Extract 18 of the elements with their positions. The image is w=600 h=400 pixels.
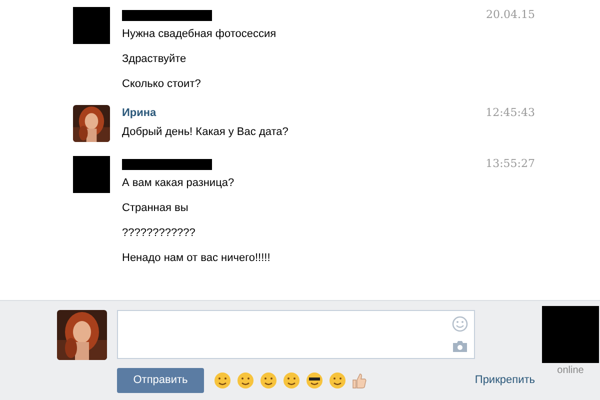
- message-time: 13:55:27: [486, 156, 535, 172]
- message-text: Ненадо нам от вас ничего!!!!!: [122, 251, 272, 265]
- message-text: А вам какая разница?: [122, 176, 236, 190]
- message-text: Нужна свадебная фотосессия: [122, 27, 278, 41]
- online-status: online: [556, 364, 585, 378]
- message-time: 12:45:43: [486, 104, 535, 121]
- attach-link[interactable]: Прикрепить: [474, 372, 535, 389]
- sunglasses-face-icon[interactable]: [306, 372, 323, 389]
- smiling-face-icon[interactable]: [214, 372, 231, 389]
- message-text: Здраствуйте: [122, 52, 188, 66]
- message-time: 20.04.15: [486, 6, 535, 23]
- send-button[interactable]: Отправить: [117, 368, 204, 393]
- message-text: Добрый день! Какая у Вас дата?: [122, 125, 290, 139]
- message-text: Странная вы: [122, 201, 190, 215]
- thumbs-up-icon[interactable]: [352, 372, 367, 389]
- message-text: ????????????: [122, 226, 196, 240]
- message-text: Сколько стоит?: [122, 77, 202, 91]
- sender-name[interactable]: Ирина: [122, 104, 156, 122]
